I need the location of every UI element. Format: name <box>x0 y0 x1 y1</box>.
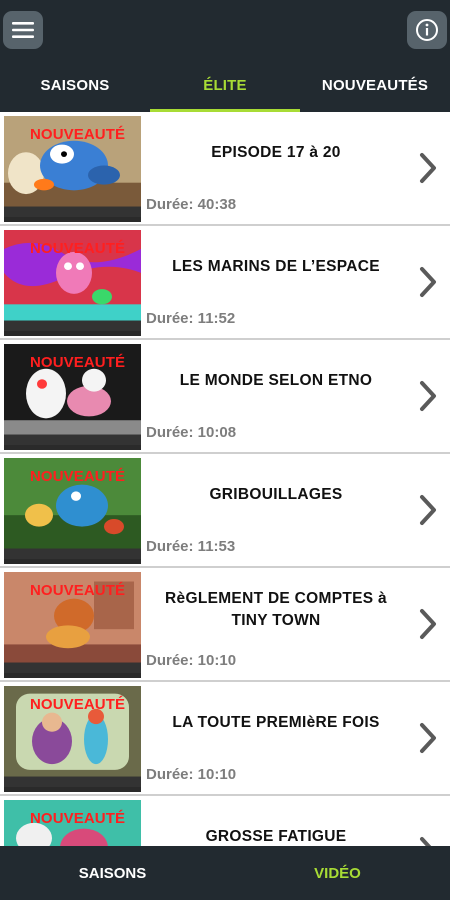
episode-title: EPISODE 17 à 20 <box>211 144 341 161</box>
bottom-navigation: SAISONS VIDÉO <box>0 846 450 900</box>
chevron-right-icon <box>420 723 436 753</box>
menu-button[interactable] <box>3 11 43 49</box>
new-badge: NOUVEAUTÉ <box>30 582 126 599</box>
new-badge: NOUVEAUTÉ <box>30 126 126 143</box>
episode-row[interactable]: NOUVEAUTÉ GROSSE FATIGUE <box>0 796 450 846</box>
tab-saisons[interactable]: SAISONS <box>0 58 150 112</box>
episode-list[interactable]: NOUVEAUTÉ EPISODE 17 à 20 Durée: 40:38 N… <box>0 112 450 846</box>
chevron-right-icon <box>420 381 436 411</box>
episode-duration: Durée: 40:38 <box>146 196 237 213</box>
app-top-bar <box>0 0 450 58</box>
episode-title: LA TOUTE PREMIèRE FOIS <box>172 714 380 731</box>
episode-thumbnail: NOUVEAUTÉ <box>4 230 141 336</box>
tab-elite[interactable]: ÉLITE <box>150 58 300 112</box>
episode-duration: Durée: 10:10 <box>146 766 237 783</box>
episode-row[interactable]: NOUVEAUTÉ RèGLEMENT DE COMPTES à TINY TO… <box>0 568 450 682</box>
chevron-right-icon <box>420 609 436 639</box>
hamburger-icon <box>12 22 34 38</box>
episode-thumbnail: NOUVEAUTÉ <box>4 116 141 222</box>
chevron-right-icon <box>420 153 436 183</box>
episode-title: LE MONDE SELON ETNO <box>179 372 373 389</box>
episode-row[interactable]: NOUVEAUTÉ GRIBOUILLAGES Durée: 11:53 <box>0 454 450 568</box>
episode-row[interactable]: NOUVEAUTÉ LES MARINS DE L’ESPACE Durée: … <box>0 226 450 340</box>
tab-nouveautes[interactable]: NOUVEAUTÉS <box>300 58 450 112</box>
info-icon <box>416 19 438 41</box>
episode-duration: Durée: 10:08 <box>146 424 237 441</box>
new-badge: NOUVEAUTÉ <box>30 810 126 827</box>
info-button[interactable] <box>407 11 447 49</box>
episode-thumbnail: NOUVEAUTÉ <box>4 458 141 564</box>
new-badge: NOUVEAUTÉ <box>30 354 126 371</box>
episode-thumbnail: NOUVEAUTÉ <box>4 572 141 678</box>
episode-thumbnail: NOUVEAUTÉ <box>4 686 141 792</box>
top-tabs: SAISONS ÉLITE NOUVEAUTÉS <box>0 58 450 112</box>
episode-row[interactable]: NOUVEAUTÉ LE MONDE SELON ETNO Durée: 10:… <box>0 340 450 454</box>
episode-duration: Durée: 10:10 <box>146 652 237 669</box>
chevron-right-icon <box>420 495 436 525</box>
episode-thumbnail: NOUVEAUTÉ <box>4 344 141 450</box>
episode-title: GROSSE FATIGUE <box>205 828 347 845</box>
episode-title: LES MARINS DE L’ESPACE <box>172 258 380 275</box>
chevron-right-icon <box>420 837 432 846</box>
episode-title: GRIBOUILLAGES <box>209 486 343 503</box>
new-badge: NOUVEAUTÉ <box>30 468 126 485</box>
episode-duration: Durée: 11:52 <box>146 310 236 327</box>
new-badge: NOUVEAUTÉ <box>30 696 126 713</box>
episode-thumbnail: NOUVEAUTÉ <box>4 800 141 846</box>
episode-row[interactable]: NOUVEAUTÉ EPISODE 17 à 20 Durée: 40:38 <box>0 112 450 226</box>
new-badge: NOUVEAUTÉ <box>30 240 126 257</box>
bottom-nav-video[interactable]: VIDÉO <box>225 846 450 900</box>
episode-title: RèGLEMENT DE COMPTES à TINY TOWN <box>165 590 387 629</box>
chevron-right-icon <box>420 267 436 297</box>
episode-duration: Durée: 11:53 <box>146 538 236 555</box>
bottom-nav-saisons[interactable]: SAISONS <box>0 846 225 900</box>
episode-row[interactable]: NOUVEAUTÉ LA TOUTE PREMIèRE FOIS Durée: … <box>0 682 450 796</box>
